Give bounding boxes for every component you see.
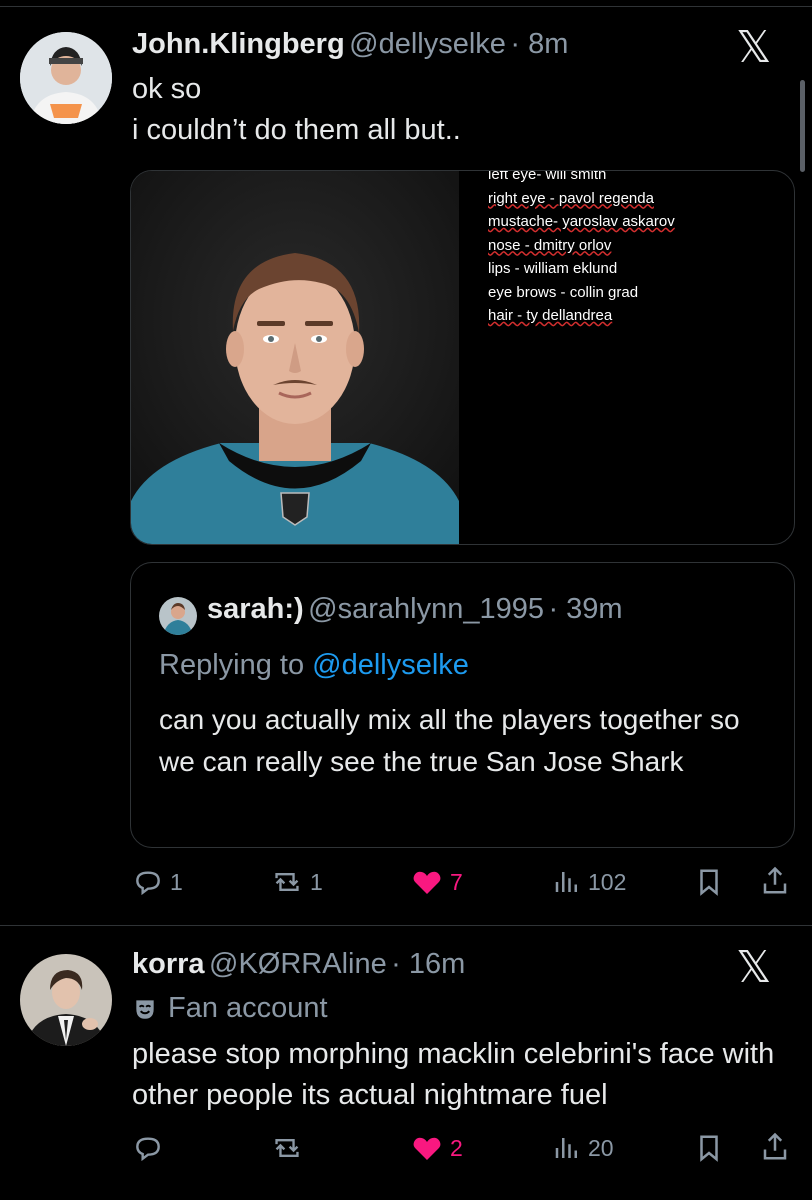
- post-text-line: i couldn’t do them all but..: [132, 114, 461, 146]
- views-icon: [555, 872, 577, 892]
- share-button[interactable]: [760, 1130, 790, 1169]
- note-line: left eye- will smith: [488, 170, 607, 183]
- repost-button[interactable]: 1: [270, 866, 323, 898]
- avatar[interactable]: [20, 32, 112, 124]
- x-logo-icon: 𝕏: [736, 942, 772, 993]
- player-photo: [131, 171, 459, 544]
- author-handle[interactable]: @KØRRAline: [209, 948, 387, 980]
- avatar[interactable]: [20, 954, 112, 1046]
- quote-author-handle[interactable]: @sarahlynn_1995: [308, 593, 544, 625]
- share-icon: [763, 866, 787, 894]
- like-button[interactable]: 7: [410, 866, 463, 898]
- repost-count: 1: [310, 868, 323, 895]
- like-button[interactable]: 2: [410, 1132, 463, 1164]
- replying-handle[interactable]: @dellyselke: [312, 649, 469, 681]
- top-divider: [0, 6, 812, 7]
- bookmark-icon: [700, 869, 718, 896]
- share-icon: [763, 1132, 787, 1160]
- views-button[interactable]: 102: [552, 866, 626, 898]
- scrollbar[interactable]: [800, 80, 805, 172]
- reply-icon: [136, 1137, 160, 1162]
- views-button[interactable]: 20: [552, 1132, 614, 1164]
- heart-icon: [413, 1137, 441, 1160]
- media-notes: left eye- will smith right eye - pavol r…: [488, 171, 675, 328]
- x-logo-icon: 𝕏: [736, 22, 772, 73]
- author-handle[interactable]: @dellyselke: [349, 28, 506, 60]
- quoted-post[interactable]: sarah:) @sarahlynn_1995 · 39m Replying t…: [130, 562, 795, 848]
- reply-icon: [136, 871, 160, 896]
- repost-button[interactable]: [270, 1132, 304, 1164]
- views-count: 20: [588, 1134, 614, 1161]
- post-media[interactable]: left eye- will smith right eye - pavol r…: [130, 170, 795, 545]
- reply-button[interactable]: [132, 1132, 164, 1164]
- mask-icon: [136, 999, 154, 1019]
- bookmark-button[interactable]: [694, 866, 724, 903]
- note-line: eye brows - collin grad: [488, 283, 639, 301]
- author-name[interactable]: John.Klingberg: [132, 28, 345, 60]
- quote-text: can you actually mix all the players tog…: [159, 704, 740, 777]
- views-icon: [555, 1138, 577, 1158]
- note-line: mustache- yaroslav askarov: [488, 213, 675, 230]
- avatar-image: [20, 954, 112, 1046]
- reply-button[interactable]: 1: [132, 866, 183, 898]
- replying-to: Replying to @dellyselke: [159, 649, 469, 682]
- repost-icon: [275, 872, 299, 892]
- badge-label: Fan account: [168, 992, 328, 1024]
- quote-avatar: [159, 597, 197, 635]
- like-count: 2: [450, 1134, 463, 1161]
- bookmark-icon: [700, 1135, 718, 1162]
- share-button[interactable]: [760, 864, 790, 903]
- reply-count: 1: [170, 868, 183, 895]
- fan-account-badge: Fan account: [132, 992, 328, 1025]
- avatar-image: [20, 32, 112, 124]
- quote-time[interactable]: · 39m: [548, 593, 622, 625]
- views-count: 102: [588, 868, 627, 895]
- repost-icon: [275, 1138, 299, 1158]
- post-text: please stop morphing macklin celebrini's…: [132, 1038, 775, 1111]
- note-line: lips - william eklund: [488, 260, 618, 277]
- like-count: 7: [450, 868, 463, 895]
- heart-icon: [413, 871, 441, 894]
- bookmark-button[interactable]: [694, 1132, 724, 1169]
- post-divider: [0, 925, 812, 926]
- replying-prefix: Replying to: [159, 649, 305, 681]
- post-time[interactable]: · 8m: [510, 28, 568, 60]
- note-line: right eye - pavol regenda: [488, 189, 654, 207]
- author-name[interactable]: korra: [132, 948, 205, 980]
- post-text-line: ok so: [132, 73, 202, 105]
- quote-author-name[interactable]: sarah:): [207, 593, 304, 625]
- note-line: hair - ty dellandrea: [488, 307, 613, 324]
- post-time[interactable]: · 16m: [391, 948, 465, 980]
- note-line: nose - dmitry orlov: [488, 236, 612, 254]
